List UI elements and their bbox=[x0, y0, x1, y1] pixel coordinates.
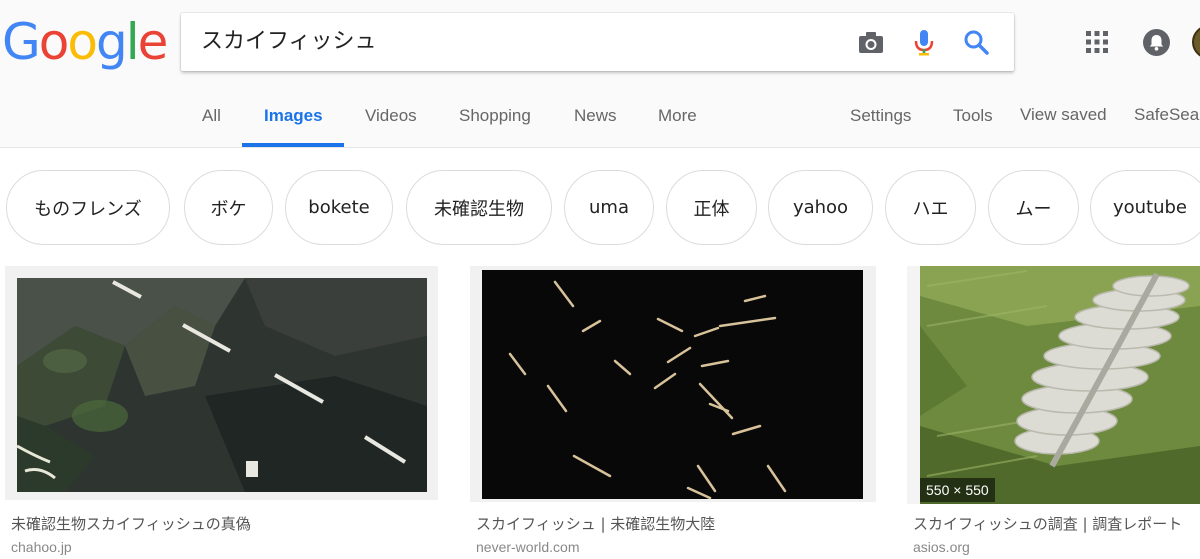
tab-all[interactable]: All bbox=[202, 106, 221, 126]
result-thumbnail[interactable]: 550 × 550 bbox=[907, 266, 1200, 504]
settings-link[interactable]: Settings bbox=[850, 106, 911, 126]
related-chip[interactable]: ハエ bbox=[885, 170, 976, 245]
tools-link[interactable]: Tools bbox=[953, 106, 993, 126]
camera-icon[interactable] bbox=[856, 27, 886, 57]
related-chip[interactable]: ムー bbox=[988, 170, 1079, 245]
related-chip[interactable]: bokete bbox=[285, 170, 393, 245]
tab-videos[interactable]: Videos bbox=[365, 106, 417, 126]
mic-icon[interactable] bbox=[909, 27, 939, 57]
header: Google スカイフィッシュ All Images Videos Shoppi… bbox=[0, 0, 1200, 148]
view-saved-link[interactable]: View saved bbox=[1020, 105, 1107, 125]
chip-label: ボケ bbox=[210, 198, 247, 220]
related-chip[interactable]: yahoo bbox=[768, 170, 873, 245]
result-title[interactable]: 未確認生物スカイフィッシュの真偽 bbox=[11, 513, 251, 534]
chip-label: youtube bbox=[1112, 197, 1188, 218]
chip-label: 未確認生物 bbox=[434, 198, 524, 220]
result-thumbnail[interactable] bbox=[470, 266, 876, 502]
google-logo[interactable]: Google bbox=[2, 12, 169, 72]
related-chip[interactable]: 正体 bbox=[666, 170, 757, 245]
logo-letter: e bbox=[137, 13, 169, 71]
chip-label: yahoo bbox=[792, 197, 849, 218]
result-title[interactable]: スカイフィッシュの調査 | 調査レポート bbox=[913, 513, 1182, 534]
logo-letter: l bbox=[125, 13, 140, 71]
tab-more[interactable]: More bbox=[658, 106, 697, 126]
apps-grid-icon[interactable] bbox=[1085, 30, 1109, 54]
related-chip[interactable]: 未確認生物 bbox=[406, 170, 552, 245]
result-domain[interactable]: asios.org bbox=[913, 539, 970, 555]
logo-letter: o bbox=[38, 13, 70, 71]
result-title[interactable]: スカイフィッシュ | 未確認生物大陸 bbox=[476, 513, 715, 534]
bell-glyph-icon bbox=[1149, 35, 1164, 51]
tab-images[interactable]: Images bbox=[264, 106, 323, 126]
dimensions-badge: 550 × 550 bbox=[920, 478, 995, 502]
chip-label: ハエ bbox=[912, 198, 949, 220]
chip-label: 正体 bbox=[693, 198, 730, 220]
search-input[interactable] bbox=[201, 13, 841, 71]
result-domain[interactable]: never-world.com bbox=[476, 539, 579, 555]
logo-letter: g bbox=[95, 13, 128, 71]
safesearch-link[interactable]: SafeSearch bbox=[1134, 105, 1200, 125]
related-chip[interactable]: uma bbox=[564, 170, 654, 245]
search-box bbox=[181, 13, 1014, 71]
logo-letter: o bbox=[67, 13, 98, 71]
chip-label: uma bbox=[589, 197, 629, 218]
google-images-page: Google スカイフィッシュ All Images Videos Shoppi… bbox=[0, 0, 1200, 559]
related-chip[interactable]: ボケ bbox=[184, 170, 273, 245]
related-chip[interactable]: ものフレンズ bbox=[6, 170, 170, 245]
chip-label: bokete bbox=[308, 197, 370, 218]
result-thumbnail[interactable] bbox=[5, 266, 438, 500]
logo-letter: G bbox=[2, 13, 41, 71]
result-image bbox=[907, 266, 1200, 504]
result-image bbox=[482, 270, 863, 500]
chip-label: ものフレンズ bbox=[34, 198, 142, 220]
tab-shopping[interactable]: Shopping bbox=[459, 106, 531, 126]
search-icon[interactable] bbox=[961, 27, 991, 57]
tab-news[interactable]: News bbox=[574, 106, 617, 126]
bell-icon[interactable] bbox=[1143, 29, 1170, 56]
avatar[interactable] bbox=[1192, 25, 1200, 59]
result-domain[interactable]: chahoo.jp bbox=[11, 539, 72, 555]
related-chip[interactable]: youtube bbox=[1090, 170, 1200, 245]
active-tab-indicator bbox=[242, 143, 344, 147]
result-image bbox=[16, 278, 427, 492]
chip-label: ムー bbox=[1015, 198, 1052, 220]
